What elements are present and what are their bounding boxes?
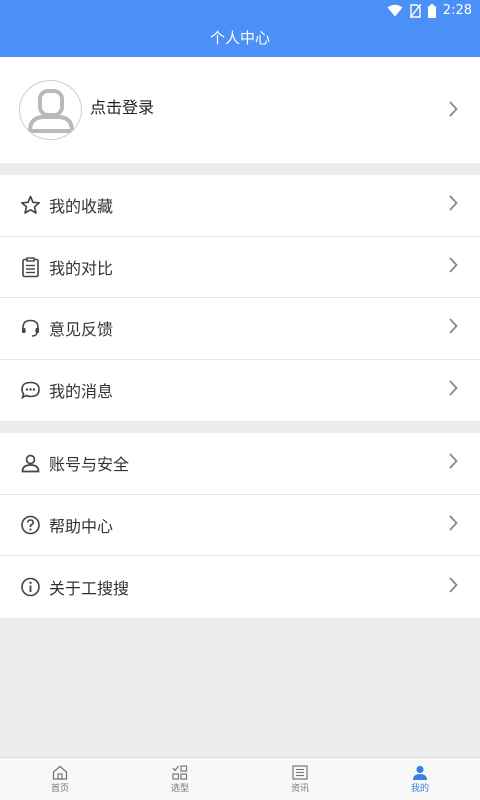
no-sim-icon (409, 3, 421, 18)
login-link[interactable]: 点击登录 (90, 94, 154, 118)
menu-item-label: 我的收藏 (49, 197, 114, 217)
user-icon (21, 454, 40, 473)
menu-item-help-center[interactable]: 帮助中心 (0, 495, 480, 556)
menu-item-messages[interactable]: 我的消息 (0, 360, 480, 422)
selection-grid-icon (172, 765, 188, 780)
home-icon (52, 765, 68, 780)
info-circle-icon (21, 577, 40, 597)
status-bar: 2:28 (0, 0, 480, 24)
star-icon (21, 195, 40, 215)
chat-bubble-icon (21, 381, 40, 400)
menu-item-label: 账号与安全 (49, 455, 130, 475)
wifi-icon (387, 4, 403, 17)
menu-item-account-security[interactable]: 账号与安全 (0, 433, 480, 495)
avatar-placeholder-icon (27, 89, 75, 133)
news-icon (292, 765, 308, 780)
tab-home[interactable]: 首页 (0, 758, 120, 800)
menu-item-label: 关于工搜搜 (49, 578, 130, 598)
tab-news[interactable]: 资讯 (240, 758, 360, 800)
tab-label: 资讯 (290, 784, 309, 794)
profile-login-row[interactable]: 点击登录 (0, 57, 480, 163)
menu-group-settings: 账号与安全 帮助中心 关于工搜搜 (0, 433, 480, 618)
avatar[interactable] (19, 80, 82, 140)
chevron-right-icon (449, 577, 458, 597)
tab-label: 我的 (410, 784, 429, 794)
menu-item-favorites[interactable]: 我的收藏 (0, 175, 480, 237)
chevron-right-icon (449, 453, 458, 473)
chevron-right-icon (449, 380, 458, 400)
page-header: 个人中心 (0, 24, 480, 57)
profile-icon (413, 765, 427, 780)
chevron-right-icon (449, 515, 458, 535)
chevron-right-icon (449, 195, 458, 215)
headset-icon (22, 319, 39, 337)
tab-mine[interactable]: 我的 (360, 758, 480, 800)
page-title: 个人中心 (209, 29, 270, 47)
menu-item-label: 帮助中心 (49, 516, 114, 536)
chevron-right-icon (449, 318, 458, 338)
tab-label: 选型 (170, 784, 189, 794)
chevron-right-icon (449, 257, 458, 277)
tab-selection[interactable]: 选型 (120, 758, 240, 800)
clipboard-list-icon (22, 257, 39, 278)
menu-item-label: 我的消息 (49, 382, 114, 402)
tab-label: 首页 (50, 784, 69, 794)
menu-item-about[interactable]: 关于工搜搜 (0, 556, 480, 618)
chevron-right-icon (449, 101, 458, 121)
menu-group-personal: 我的收藏 我的对比 意见反馈 我的消息 (0, 175, 480, 421)
menu-item-label: 我的对比 (49, 258, 114, 278)
menu-item-compare[interactable]: 我的对比 (0, 237, 480, 298)
status-time: 2:28 (442, 3, 472, 18)
question-circle-icon (21, 515, 40, 535)
battery-icon (427, 3, 436, 18)
menu-item-label: 意见反馈 (49, 320, 114, 340)
bottom-tab-bar: 首页 选型 资讯 我的 (0, 757, 480, 800)
menu-item-feedback[interactable]: 意见反馈 (0, 298, 480, 360)
